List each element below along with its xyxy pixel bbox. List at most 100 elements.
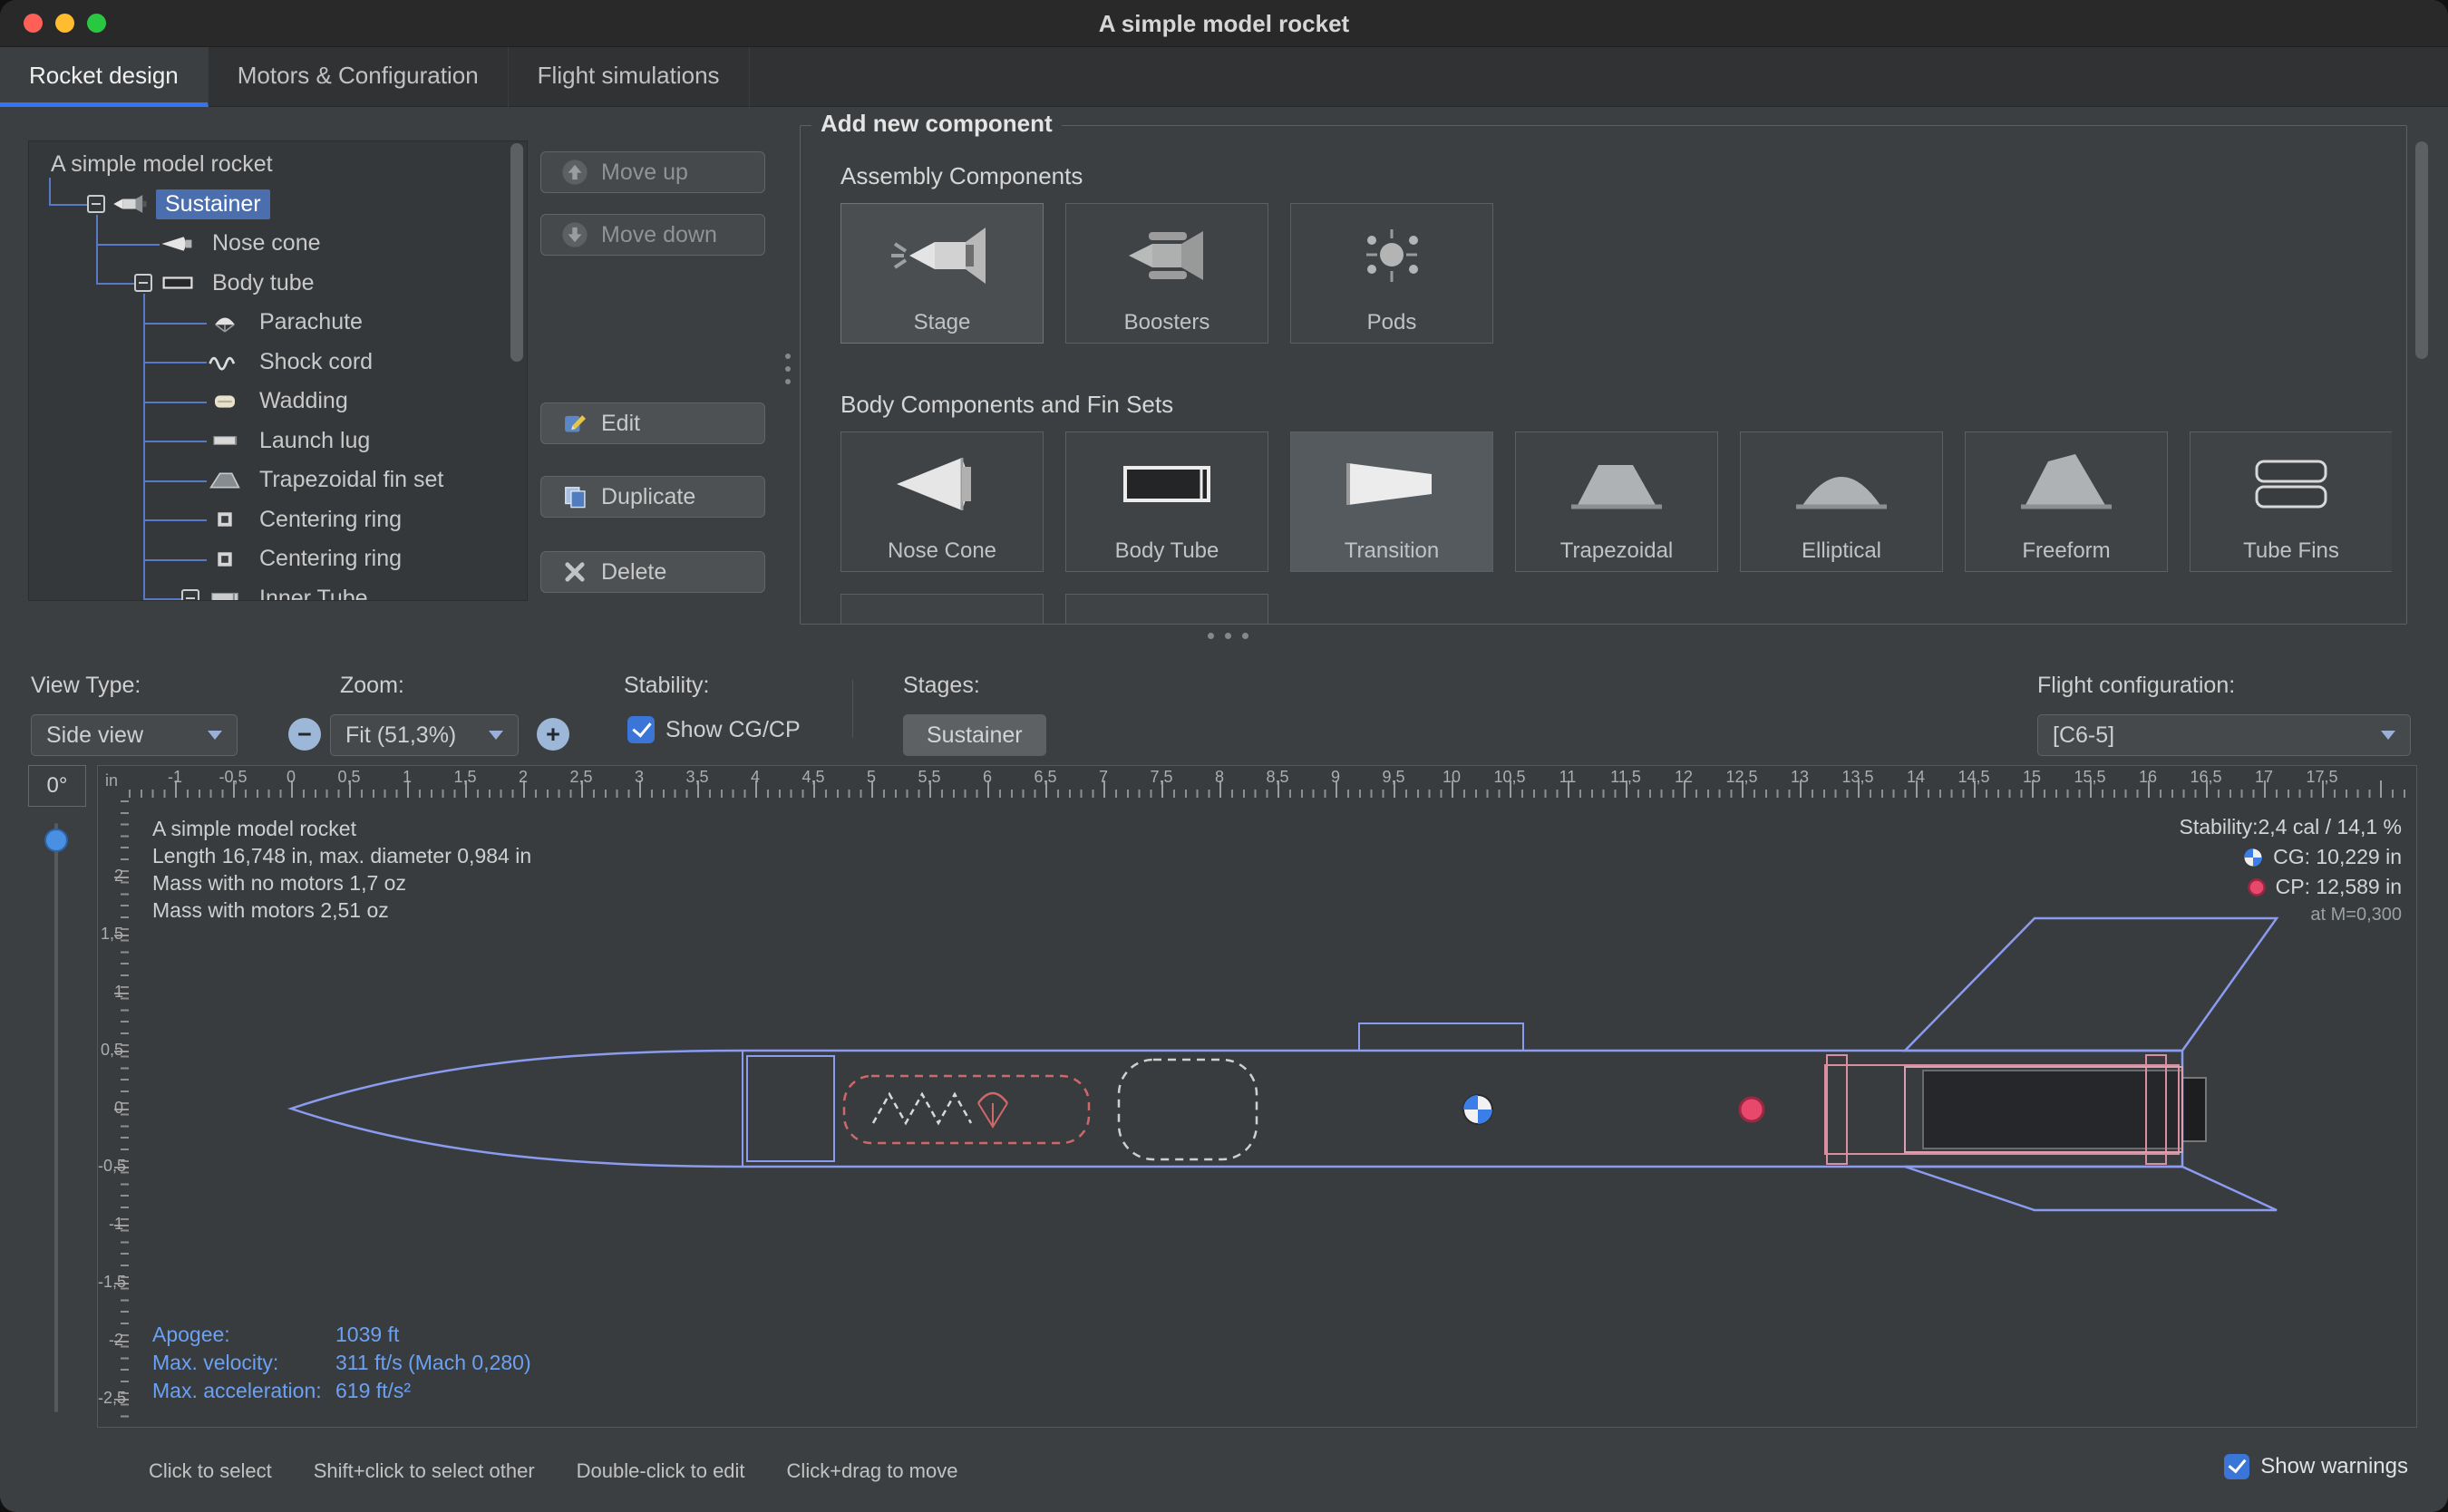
add-component-button-partial[interactable]	[840, 594, 1044, 624]
stability-value: Stability:2,4 cal / 14,1 %	[2180, 815, 2402, 839]
v-ruler-label: -2,5	[98, 1389, 123, 1408]
show-warnings-checkrow[interactable]: Show warnings	[2224, 1454, 2408, 1479]
h-ruler-label: 12	[1675, 768, 1693, 787]
add-boosters-button[interactable]: Boosters	[1065, 203, 1268, 344]
add-trapezoidal-button[interactable]: Trapezoidal	[1515, 431, 1718, 572]
max-velocity-label: Max. velocity:	[152, 1349, 335, 1377]
move-up-button[interactable]: Move up	[540, 151, 765, 193]
delete-x-icon	[561, 558, 588, 586]
duplicate-button[interactable]: Duplicate	[540, 476, 765, 518]
max-acceleration-value: 619 ft/s²	[335, 1379, 411, 1402]
view-type-select[interactable]: Side view	[31, 714, 238, 756]
add-body-tube-button[interactable]: Body Tube	[1065, 431, 1268, 572]
cp-icon	[2247, 877, 2267, 897]
flight-stats: Apogee:1039 ft Max. velocity:311 ft/s (M…	[152, 1321, 531, 1405]
flight-configuration-label: Flight configuration:	[2037, 673, 2235, 699]
tree-item-wadding[interactable]: Wadding	[29, 382, 509, 422]
body-tube-component-icon	[1112, 432, 1221, 535]
tree-item-sustainer[interactable]: Sustainer	[29, 185, 509, 225]
max-acceleration-label: Max. acceleration:	[152, 1377, 335, 1405]
edit-button[interactable]: Edit	[540, 402, 765, 444]
tree-item-centering-ring[interactable]: Centering ring	[29, 539, 509, 579]
wadding-icon	[207, 392, 243, 412]
stability-label: Stability:	[624, 673, 709, 699]
add-pods-button[interactable]: Pods	[1290, 203, 1493, 344]
parachute-lines	[978, 1103, 1007, 1127]
move-down-button[interactable]: Move down	[540, 214, 765, 256]
elliptical-fin-component-icon	[1787, 432, 1896, 535]
rotation-angle-display: 0°	[28, 765, 86, 807]
h-ruler-label: 15	[2023, 768, 2041, 787]
section-label-body-components-and-fin-sets: Body Components and Fin Sets	[840, 391, 2392, 419]
tree-root-item[interactable]: A simple model rocket	[29, 145, 509, 185]
arrow-up-icon	[561, 159, 588, 186]
zoom-out-button[interactable]: −	[288, 718, 321, 751]
wadding	[1119, 1060, 1257, 1159]
tree-item-nose-cone[interactable]: Nose cone	[29, 224, 509, 264]
horizontal-splitter-handle[interactable]	[1202, 627, 1254, 644]
nose-shoulder	[747, 1056, 834, 1161]
rocket-design-canvas[interactable]: in -1-0,500,511,522,533,544,555,566,577,…	[97, 765, 2417, 1428]
tree-item-body-tube[interactable]: Body tube	[29, 264, 509, 304]
add-stage-button[interactable]: Stage	[840, 203, 1044, 344]
tree-item-trapezoidal-fin-set[interactable]: Trapezoidal fin set	[29, 460, 509, 500]
show-warnings-checkbox[interactable]	[2224, 1454, 2249, 1479]
delete-button[interactable]: Delete	[540, 551, 765, 593]
cg-marker	[1463, 1095, 1492, 1124]
view-toolbar: View Type: Side view − Zoom: Fit (51,3%)…	[0, 664, 2448, 758]
tab-flight-simulations[interactable]: Flight simulations	[509, 47, 750, 107]
h-ruler-label: 6	[983, 768, 992, 787]
add-transition-button[interactable]: Transition	[1290, 431, 1493, 572]
centering-ring-icon	[207, 509, 243, 529]
tree-item-parachute[interactable]: Parachute	[29, 303, 509, 343]
v-ruler-label: 1	[98, 983, 123, 1002]
h-ruler-label: 7,5	[1150, 768, 1172, 787]
show-cgcp-checkrow[interactable]: Show CG/CP	[627, 716, 801, 743]
show-warnings-label: Show warnings	[2260, 1454, 2408, 1479]
zoom-in-button[interactable]: +	[537, 718, 569, 751]
tube-fins-component-icon	[2237, 432, 2346, 535]
vertical-splitter-handle[interactable]	[785, 346, 791, 392]
stability-info: Stability:2,4 cal / 14,1 % CG: 10,229 in…	[2180, 815, 2402, 926]
tree-item-launch-lug[interactable]: Launch lug	[29, 422, 509, 461]
tree-item-inner-tube[interactable]: Inner Tube	[29, 579, 509, 602]
h-ruler-label: 13	[1791, 768, 1809, 787]
v-ruler-label: -0,5	[98, 1157, 123, 1176]
rotation-slider-handle[interactable]	[44, 829, 68, 852]
h-ruler-label: 16	[2139, 768, 2157, 787]
h-ruler-label: 16,5	[2190, 768, 2221, 787]
tab-motors-configuration[interactable]: Motors & Configuration	[209, 47, 509, 107]
h-ruler-label: 11	[1559, 768, 1577, 787]
boosters-component-icon	[1112, 204, 1221, 306]
tree-item-shock-cord[interactable]: Shock cord	[29, 343, 509, 383]
expand-toggle-icon[interactable]	[87, 195, 105, 213]
add-freeform-button[interactable]: Freeform	[1965, 431, 2168, 572]
tree-scrollbar[interactable]	[509, 143, 525, 598]
add-component-button-partial[interactable]	[1065, 594, 1268, 624]
h-ruler-label: 17	[2255, 768, 2273, 787]
add-nose-cone-button[interactable]: Nose Cone	[840, 431, 1044, 572]
h-ruler-label: -1	[168, 768, 182, 787]
add-elliptical-button[interactable]: Elliptical	[1740, 431, 1943, 572]
expand-toggle-icon[interactable]	[134, 274, 152, 292]
edit-pencil-icon	[561, 410, 588, 437]
stage-sustainer-toggle[interactable]: Sustainer	[903, 714, 1046, 756]
apogee-label: Apogee:	[152, 1321, 335, 1349]
fin-set-icon	[207, 470, 243, 490]
flight-configuration-select[interactable]: [C6-5]	[2037, 714, 2411, 756]
add-component-scrollbar[interactable]	[2414, 127, 2430, 625]
rotation-slider-track[interactable]	[54, 823, 58, 1412]
show-cgcp-checkbox[interactable]	[627, 716, 655, 743]
body-tube-icon	[160, 273, 196, 293]
tree-item-centering-ring[interactable]: Centering ring	[29, 500, 509, 540]
chevron-down-icon	[208, 731, 222, 740]
zoom-select[interactable]: Fit (51,3%)	[330, 714, 519, 756]
add-tube-fins-button[interactable]: Tube Fins	[2190, 431, 2392, 572]
tab-rocket-design[interactable]: Rocket design	[0, 47, 209, 107]
ruler-unit-label: in	[105, 771, 118, 790]
scrollbar-thumb[interactable]	[2415, 141, 2428, 359]
component-tree[interactable]: A simple model rocketSustainerNose coneB…	[28, 141, 528, 601]
scrollbar-thumb[interactable]	[510, 143, 523, 362]
expand-toggle-icon[interactable]	[181, 589, 199, 601]
zoom-label: Zoom:	[340, 673, 404, 699]
